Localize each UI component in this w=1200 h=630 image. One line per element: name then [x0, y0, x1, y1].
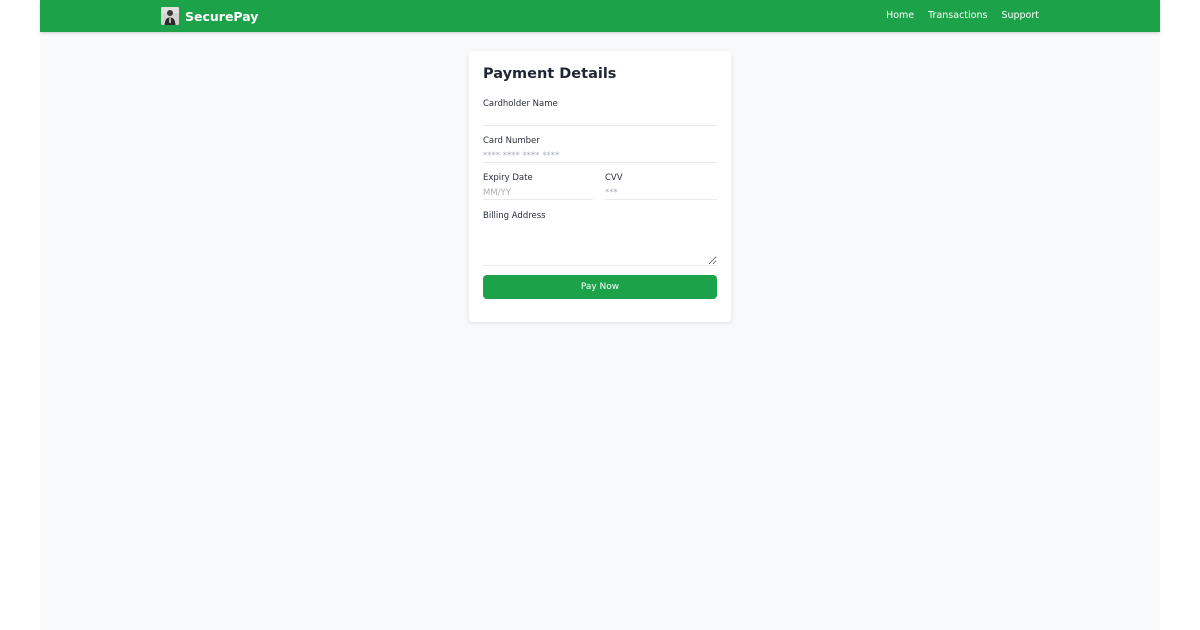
brand-name: SecurePay: [185, 8, 259, 24]
pay-now-button[interactable]: Pay Now: [483, 275, 717, 299]
cvv-label: CVV: [605, 173, 623, 183]
brand-logo-icon: [161, 7, 179, 25]
nav-link-support[interactable]: Support: [1001, 10, 1039, 21]
nav-link-transactions[interactable]: Transactions: [928, 10, 987, 21]
app-root: SecurePay Home Transactions Support Paym…: [40, 0, 1160, 630]
nav-link-home[interactable]: Home: [886, 10, 914, 21]
card-number-label: Card Number: [483, 136, 540, 146]
card-number-input[interactable]: [483, 149, 717, 163]
nav-links: Home Transactions Support: [886, 10, 1039, 21]
cardholder-name-input[interactable]: [483, 112, 717, 126]
expiry-date-label: Expiry Date: [483, 173, 533, 183]
top-navbar: SecurePay Home Transactions Support: [40, 0, 1160, 32]
page-title: Payment Details: [483, 66, 617, 82]
payment-card: Payment Details Cardholder Name Card Num…: [469, 51, 731, 322]
cvv-input[interactable]: [605, 186, 717, 200]
billing-address-textarea[interactable]: [483, 223, 717, 266]
expiry-date-input[interactable]: [483, 186, 593, 200]
cardholder-name-label: Cardholder Name: [483, 99, 558, 109]
billing-address-label: Billing Address: [483, 211, 546, 221]
brand[interactable]: SecurePay: [161, 7, 258, 25]
